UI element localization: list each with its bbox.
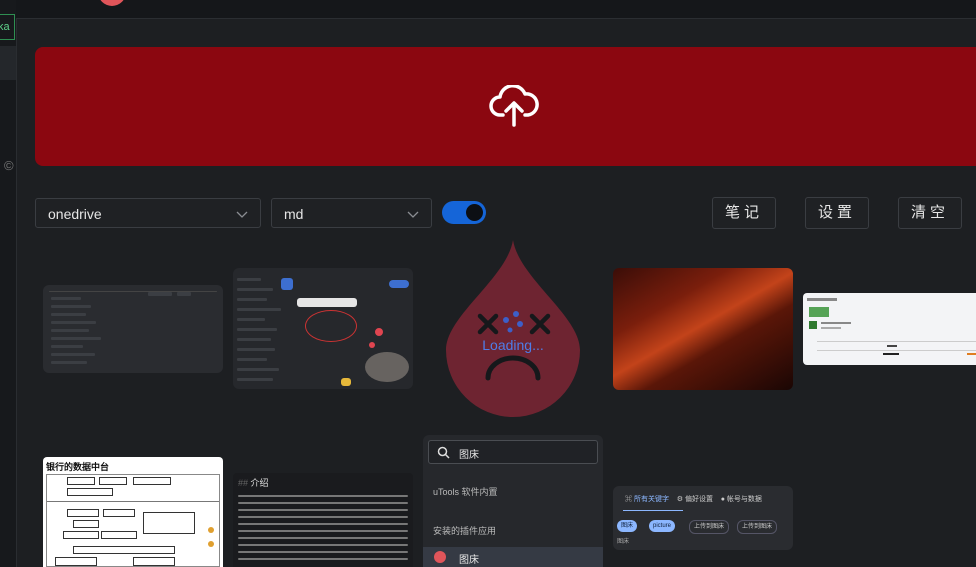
list-item: 图床: [423, 547, 603, 567]
app-logo-icon: [98, 0, 126, 6]
chevron-down-icon: [407, 211, 419, 218]
sidebar-tag[interactable]: ka: [0, 14, 15, 40]
keyword-chip: 上传到图床: [689, 520, 730, 534]
search-icon: [437, 446, 450, 459]
image-thumbnail[interactable]: 银行的数据中台: [43, 457, 223, 567]
keyword-chip: picture: [649, 520, 676, 532]
top-bar: [16, 0, 976, 19]
image-thumbnail[interactable]: [613, 268, 793, 390]
image-thumbnail[interactable]: [233, 268, 413, 389]
left-sidebar-strip: ka ©: [0, 0, 17, 567]
storage-select-value: onedrive: [48, 206, 102, 222]
keyword-chip: 上传到图床: [737, 520, 778, 534]
settings-tabs: ⌘ 所有关键字 ⚙ 偏好设置 ● 帐号与数据: [625, 496, 762, 503]
format-select-value: md: [284, 206, 304, 222]
keyword-chip: 图床: [617, 520, 638, 532]
plugin-search-thumbnail[interactable]: 图床 uTools 软件内置 安装的插件应用 图床: [423, 435, 603, 567]
upload-dropzone[interactable]: [35, 47, 976, 166]
chevron-down-icon: [236, 211, 248, 218]
section-heading: uTools 软件内置: [433, 487, 498, 497]
plugin-icon: [434, 551, 446, 563]
loading-drop-icon: [446, 240, 580, 417]
thumbnail-title: 银行的数据中台: [46, 462, 110, 472]
notes-button[interactable]: 笔记: [712, 197, 776, 229]
clear-button[interactable]: 清空: [898, 197, 962, 229]
storage-select[interactable]: onedrive: [35, 198, 261, 228]
loading-text: Loading...: [482, 337, 544, 353]
image-thumbnail[interactable]: ## 介绍: [233, 473, 413, 567]
thumbnail-heading: ## 介绍: [238, 478, 269, 488]
toggle-switch[interactable]: [442, 201, 486, 224]
keyword-settings-thumbnail[interactable]: ⌘ 所有关键字 ⚙ 偏好设置 ● 帐号与数据 图床 picture 上传到图床 …: [613, 486, 793, 550]
toggle-knob: [466, 204, 483, 221]
list-item-label: 图床: [459, 555, 479, 566]
cloud-upload-icon: [489, 85, 539, 127]
settings-button[interactable]: 设置: [805, 197, 869, 229]
search-query: 图床: [459, 450, 479, 461]
copyright-icon: ©: [4, 158, 14, 173]
image-thumbnail[interactable]: [43, 285, 223, 373]
image-thumbnail[interactable]: [803, 293, 976, 365]
section-heading: 安装的插件应用: [433, 526, 497, 536]
format-select[interactable]: md: [271, 198, 432, 228]
search-input: 图床: [428, 440, 598, 464]
sidebar-selected-band[interactable]: [0, 46, 16, 80]
keyword-label: 图床: [617, 539, 630, 545]
